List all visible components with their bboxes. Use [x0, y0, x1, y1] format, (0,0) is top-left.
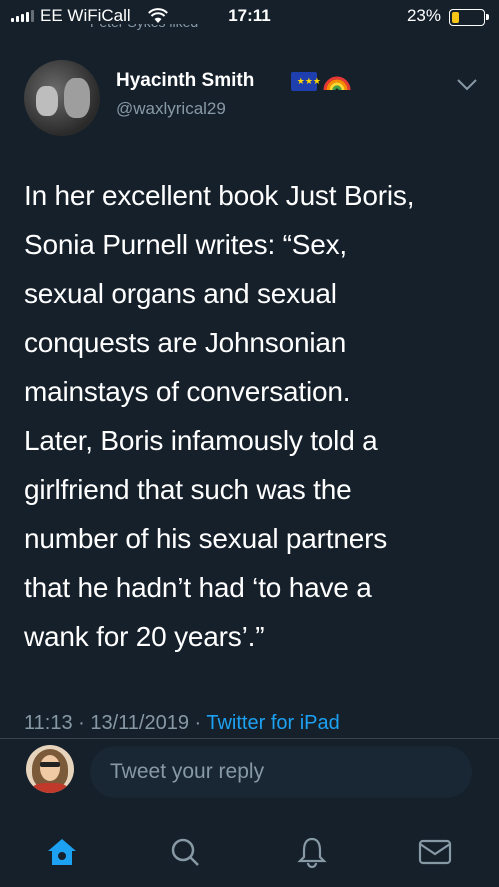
- tweet-line: that he hadn’t had ‘to have a: [24, 572, 372, 603]
- notifications-icon: [297, 837, 327, 868]
- eu-flag-icon: EU★★★: [291, 72, 321, 91]
- tweet-client-link[interactable]: Twitter for iPad: [206, 712, 339, 734]
- tweet-line: Later, Boris infamously told a: [24, 425, 378, 456]
- tweet-line: sexual organs and sexual: [24, 278, 337, 309]
- tweet-timestamp: 11:13 · 13/11/2019 ·: [24, 712, 207, 734]
- reply-input[interactable]: [90, 746, 472, 798]
- battery-percentage: 23%: [406, 6, 441, 25]
- liked-by-label: Peter Sykes liked: [90, 24, 198, 32]
- tweet-line: conquests are Johnsonian: [24, 327, 347, 358]
- tweet-line: number of his sexual partners: [24, 523, 388, 554]
- search-icon: [171, 838, 199, 866]
- user-avatar[interactable]: [26, 745, 74, 793]
- tweet-line: girlfriend that such was the: [24, 474, 352, 505]
- tweet-line: Sonia Purnell writes: “Sex,: [24, 229, 347, 260]
- tab-home[interactable]: [42, 832, 82, 872]
- rainbow-icon: [323, 76, 351, 91]
- tweet-line: mainstays of conversation.: [24, 376, 351, 407]
- tab-notifications[interactable]: [292, 832, 332, 872]
- social-context: Peter Sykes liked: [90, 24, 198, 34]
- tweet-text: In her excellent book Just Boris, Sonia …: [24, 171, 484, 661]
- messages-icon: [418, 839, 452, 865]
- tab-bar: [0, 820, 499, 887]
- battery-icon: [449, 9, 489, 26]
- tweet-line: In her excellent book Just Boris,: [24, 180, 415, 211]
- author-avatar[interactable]: [24, 60, 100, 136]
- tab-search[interactable]: [165, 832, 205, 872]
- home-icon: [48, 839, 76, 865]
- chevron-down-icon[interactable]: [456, 78, 478, 92]
- status-bar: EE WiFiCall 17:11 23%: [0, 0, 499, 34]
- tweet-line: wank for 20 years’.”: [24, 621, 265, 652]
- tab-messages[interactable]: [415, 832, 455, 872]
- tweet-meta: 11:13 · 13/11/2019 · Twitter for iPad: [24, 712, 340, 734]
- author-name[interactable]: Hyacinth Smith: [116, 70, 254, 92]
- author-handle[interactable]: @waxlyrical29: [116, 99, 226, 119]
